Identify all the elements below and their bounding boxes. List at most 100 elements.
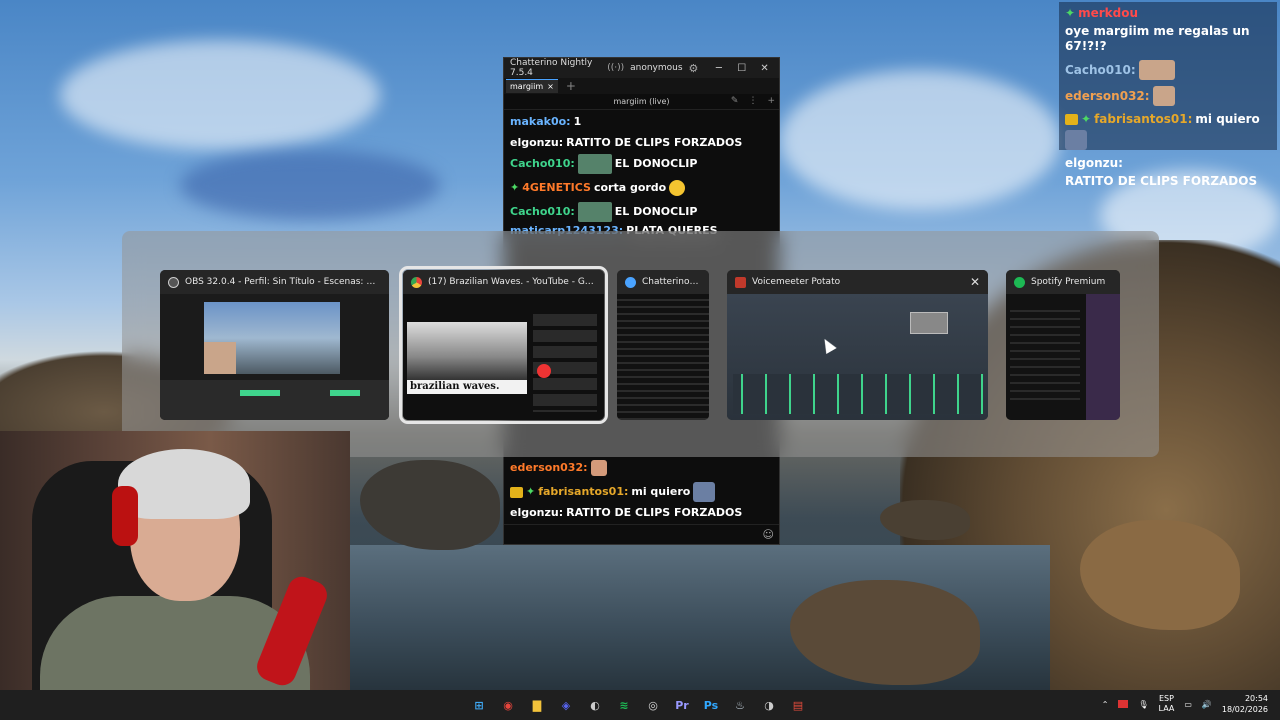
tab-margiim[interactable]: margiim × <box>506 79 558 93</box>
add-tab-button[interactable]: + <box>566 79 576 93</box>
more-options-icon[interactable]: ⋮ <box>748 96 757 106</box>
system-tray: ⌃ 🎙 ESP LAA ▭ 🔊 20:54 18/02/2026 <box>1102 693 1268 715</box>
overlay-message: ederson032: <box>1065 86 1271 106</box>
microphone-icon[interactable]: 🎙 <box>1138 700 1148 709</box>
chat-text: RATITO DE CLIPS FORZADOS <box>566 136 743 149</box>
chatterino-tabs: margiim × + <box>504 78 779 94</box>
emote-icon <box>1152 86 1175 106</box>
steam-icon[interactable]: ♨ <box>729 694 751 716</box>
spotify-icon[interactable]: ≋ <box>613 694 635 716</box>
overlay-text: oye margiim me regalas un 67!?!? <box>1065 24 1250 53</box>
flag-icon[interactable] <box>1118 700 1129 708</box>
maximize-button[interactable]: ☐ <box>733 63 750 74</box>
switcher-window-voicemeeter[interactable]: Voicemeeter Potato ✕ <box>727 270 988 420</box>
language-code: ESP <box>1158 694 1174 703</box>
chatterino-icon <box>625 276 636 288</box>
switcher-window-spotify[interactable]: Spotify Premium <box>1006 270 1120 420</box>
badge-icon: ✦ <box>1081 112 1092 126</box>
keyboard-layout: LAA <box>1158 704 1175 713</box>
chat-text: 1 <box>573 115 582 128</box>
vmix-icon[interactable]: ▤ <box>787 694 809 716</box>
chat-message: ederson032: <box>504 456 779 480</box>
tab-close-icon[interactable]: × <box>547 82 554 91</box>
overlay-text: RATITO DE CLIPS FORZADOS <box>1065 174 1258 188</box>
chat-username[interactable]: elgonzu: <box>510 135 563 151</box>
network-icon[interactable]: ▭ <box>1184 700 1192 709</box>
chat-username[interactable]: makak0o: <box>510 111 571 133</box>
window-preview <box>727 294 988 420</box>
window-preview: brazilian waves. <box>403 294 604 420</box>
switcher-window-title: Chatterino Nig... <box>617 270 709 294</box>
emote-icon <box>590 460 607 476</box>
task-switcher: OBS 32.0.4 - Perfil: Sin Título - Escena… <box>122 231 1159 457</box>
chat-message: Cacho010: EL DONOCLIP <box>504 200 779 224</box>
chatterino-icon[interactable]: ◐ <box>584 694 606 716</box>
account-name[interactable]: anonymous <box>630 63 682 73</box>
channel-header: margiim (live) ✎ ⋮ + <box>504 94 779 110</box>
close-window-button[interactable]: ✕ <box>970 275 980 289</box>
window-preview <box>160 294 389 420</box>
chat-message: ✦ fabrisantos01: mi quiero <box>504 480 779 504</box>
file-explorer-icon[interactable]: ▇ <box>526 694 548 716</box>
edit-icon[interactable]: ✎ <box>731 96 739 106</box>
clock[interactable]: 20:54 18/02/2026 <box>1222 693 1268 715</box>
taskbar-apps: ⊞ ◉ ▇ ◈ ◐ ≋ ◎ Pr Ps ♨ ◑ ▤ <box>468 694 809 716</box>
chrome-icon <box>411 276 422 288</box>
chat-username[interactable]: fabrisantos01: <box>538 481 628 503</box>
overlay-message: Cacho010: <box>1065 60 1271 80</box>
language-indicator[interactable]: ESP LAA <box>1159 694 1175 714</box>
overlay-text: mi quiero <box>1195 112 1260 126</box>
chat-input[interactable]: ☺ <box>504 524 779 544</box>
chat-username[interactable]: Cacho010: <box>510 201 575 223</box>
chat-username[interactable]: 4GENETICS <box>522 177 591 199</box>
emote-icon <box>669 180 686 196</box>
volume-icon[interactable]: 🔊 <box>1202 700 1212 709</box>
switcher-window-chrome[interactable]: (17) Brazilian Waves. - YouTube - Google… <box>399 266 608 424</box>
badge-icon: ✦ <box>1065 6 1076 20</box>
settings-gear-icon[interactable]: ⚙ <box>689 62 699 75</box>
chat-username[interactable]: ederson032: <box>510 457 588 479</box>
start-icon[interactable]: ⊞ <box>468 694 490 716</box>
switcher-window-obs[interactable]: OBS 32.0.4 - Perfil: Sin Título - Escena… <box>160 270 389 420</box>
chat-username[interactable]: Cacho010: <box>510 153 575 175</box>
emote-icon <box>1138 60 1175 80</box>
chevron-up-icon[interactable]: ⌃ <box>1102 700 1109 709</box>
window-preview <box>617 294 709 420</box>
spotify-icon <box>1014 276 1025 288</box>
tab-label: margiim <box>510 82 544 91</box>
obs-icon <box>168 276 179 288</box>
voicemeeter-icon[interactable]: ◑ <box>758 694 780 716</box>
emote-icon <box>577 202 612 222</box>
webcam-feed <box>0 431 350 690</box>
close-button[interactable]: ✕ <box>756 63 773 74</box>
minimize-button[interactable]: ─ <box>710 63 727 74</box>
window-title-label: OBS 32.0.4 - Perfil: Sin Título - Escena… <box>185 277 381 287</box>
chatterino-titlebar[interactable]: Chatterino Nightly 7.5.4 ((·)) anonymous… <box>504 58 779 78</box>
chat-username[interactable]: elgonzu: <box>510 505 563 521</box>
chat-message: ✦ 4GENETICS corta gordo <box>504 176 779 200</box>
chat-message: elgonzu: RATITO DE CLIPS FORZADOS <box>504 134 779 152</box>
chrome-icon[interactable]: ◉ <box>497 694 519 716</box>
chat-text: EL DONOCLIP <box>614 157 698 170</box>
switcher-window-chatterino[interactable]: Chatterino Nig... <box>617 270 709 420</box>
chat-text: corta gordo <box>593 181 667 194</box>
voicemeeter-icon <box>735 276 746 288</box>
add-split-icon[interactable]: + <box>767 96 775 106</box>
window-preview <box>1006 294 1120 420</box>
channel-title: margiim (live) <box>613 97 670 106</box>
crown-badge-icon <box>1065 114 1078 125</box>
stream-chat-overlay: ✦ merkdou oye margiim me regalas un 67!?… <box>1059 2 1277 188</box>
overlay-username: fabrisantos01: <box>1094 112 1193 126</box>
window-title-label: Chatterino Nig... <box>642 277 701 287</box>
emoji-icon[interactable]: ☺ <box>763 528 774 541</box>
premiere-icon[interactable]: Pr <box>671 694 693 716</box>
discord-icon[interactable]: ◈ <box>555 694 577 716</box>
chat-text: RATITO DE CLIPS FORZADOS <box>566 506 743 519</box>
overlay-message: ✦ merkdou oye margiim me regalas un 67!?… <box>1065 6 1271 54</box>
window-title-label: Spotify Premium <box>1031 277 1106 287</box>
obs-icon[interactable]: ◎ <box>642 694 664 716</box>
photoshop-icon[interactable]: Ps <box>700 694 722 716</box>
crown-badge-icon <box>510 486 523 498</box>
emote-icon <box>1065 130 1087 150</box>
clock-date: 18/02/2026 <box>1221 705 1268 714</box>
